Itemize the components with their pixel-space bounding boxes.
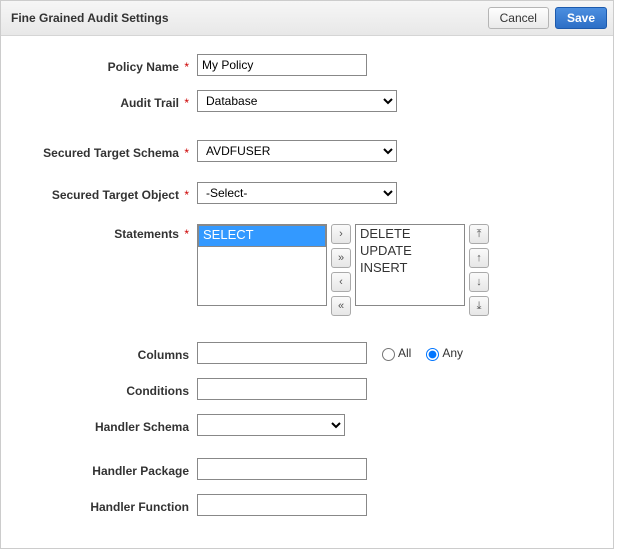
statements-label: Statements * <box>11 224 197 241</box>
move-all-left-button[interactable]: « <box>331 296 351 316</box>
cancel-button[interactable]: Cancel <box>488 7 549 29</box>
policy-name-input[interactable] <box>197 54 367 76</box>
statements-available-list[interactable]: SELECT <box>197 224 327 306</box>
audit-trail-select[interactable]: Database <box>197 90 397 112</box>
object-label: Secured Target Object * <box>11 185 197 202</box>
handler-package-label: Handler Package <box>11 461 197 478</box>
move-all-right-icon: » <box>338 252 344 264</box>
move-right-button[interactable]: › <box>331 224 351 244</box>
columns-all-radio-label[interactable]: All <box>377 345 411 361</box>
list-item[interactable]: SELECT <box>198 225 326 247</box>
panel-body: Policy Name * Audit Trail * Database Sec… <box>1 36 613 548</box>
page-title: Fine Grained Audit Settings <box>11 11 482 25</box>
statements-shuttle: SELECT › » ‹ « DELETE UPDATE INSERT <box>197 224 493 316</box>
shuttle-order-buttons: ⤒ ↑ ↓ ⤓ <box>469 224 489 316</box>
list-item[interactable]: DELETE <box>356 225 464 242</box>
move-top-icon: ⤒ <box>477 228 482 241</box>
move-bottom-icon: ⤓ <box>477 300 482 313</box>
columns-any-radio[interactable] <box>426 348 439 361</box>
handler-function-label: Handler Function <box>11 497 197 514</box>
policy-name-label: Policy Name * <box>11 57 197 74</box>
handler-schema-label: Handler Schema <box>11 417 197 434</box>
conditions-label: Conditions <box>11 381 197 398</box>
panel-header: Fine Grained Audit Settings Cancel Save <box>1 1 613 36</box>
columns-label: Columns <box>11 345 197 362</box>
list-item[interactable]: INSERT <box>356 259 464 276</box>
move-down-button[interactable]: ↓ <box>469 272 489 292</box>
handler-package-input[interactable] <box>197 458 367 480</box>
columns-input[interactable] <box>197 342 367 364</box>
move-all-right-button[interactable]: » <box>331 248 351 268</box>
move-up-button[interactable]: ↑ <box>469 248 489 268</box>
move-left-button[interactable]: ‹ <box>331 272 351 292</box>
move-down-icon: ↓ <box>476 276 482 288</box>
move-left-icon: ‹ <box>339 276 343 288</box>
shuttle-move-buttons: › » ‹ « <box>331 224 351 316</box>
list-item[interactable]: UPDATE <box>356 242 464 259</box>
columns-radio-group: All Any <box>377 345 473 361</box>
move-up-icon: ↑ <box>476 252 482 264</box>
move-top-button[interactable]: ⤒ <box>469 224 489 244</box>
move-bottom-button[interactable]: ⤓ <box>469 296 489 316</box>
statements-selected-list[interactable]: DELETE UPDATE INSERT <box>355 224 465 306</box>
schema-label: Secured Target Schema * <box>11 143 197 160</box>
save-button[interactable]: Save <box>555 7 607 29</box>
move-right-icon: › <box>339 228 343 240</box>
fine-grained-audit-panel: Fine Grained Audit Settings Cancel Save … <box>0 0 614 549</box>
handler-schema-select[interactable] <box>197 414 345 436</box>
columns-all-radio[interactable] <box>382 348 395 361</box>
audit-trail-label: Audit Trail * <box>11 93 197 110</box>
object-select[interactable]: -Select- <box>197 182 397 204</box>
conditions-input[interactable] <box>197 378 367 400</box>
columns-any-radio-label[interactable]: Any <box>421 345 463 361</box>
schema-select[interactable]: AVDFUSER <box>197 140 397 162</box>
move-all-left-icon: « <box>338 300 344 312</box>
handler-function-input[interactable] <box>197 494 367 516</box>
